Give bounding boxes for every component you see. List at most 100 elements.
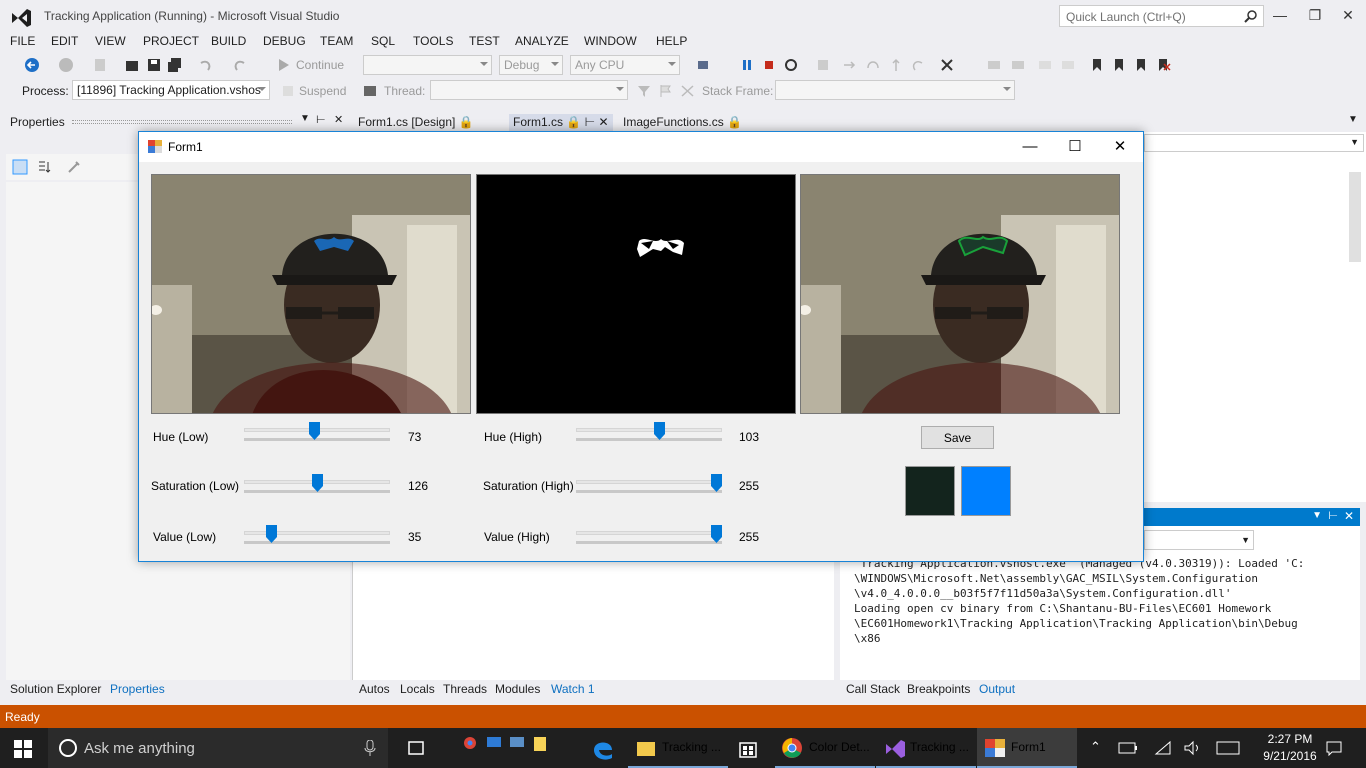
process-combo[interactable]: [11896] Tracking Application.vshos [72,80,270,100]
edge-icon[interactable] [592,738,614,760]
stop-icon[interactable] [761,57,777,73]
value-low-slider[interactable] [244,525,390,549]
slider-thumb[interactable] [711,525,722,543]
tab-imagefunctions-cs[interactable]: ImageFunctions.cs 🔒 [619,114,746,132]
suspend-button[interactable]: Suspend [299,84,346,98]
threads-icon[interactable] [680,83,696,99]
notes-icon[interactable] [533,736,547,752]
menu-analyze[interactable]: ANALYZE [515,34,569,48]
categorized-icon[interactable] [12,159,28,175]
tab-breakpoints[interactable]: Breakpoints [907,682,970,696]
save-icon[interactable] [146,57,162,73]
solution-target-combo[interactable] [363,55,492,75]
tab-modules[interactable]: Modules [495,682,540,696]
filter-icon[interactable] [636,83,652,99]
taskbar-explorer-tracking[interactable]: Tracking ... [628,728,728,768]
step-back-icon[interactable] [910,57,926,73]
saturation-high-slider[interactable] [576,474,722,498]
attach-process-icon[interactable] [696,57,712,73]
suspend-icon[interactable] [280,83,296,99]
monitor-icon[interactable] [486,736,502,750]
show-next-statement-icon[interactable] [815,57,831,73]
redo-icon[interactable] [232,57,248,73]
pin-icon[interactable]: ⊢ [585,115,595,129]
open-file-icon[interactable] [124,57,140,73]
menu-sql[interactable]: SQL [371,34,395,48]
output-dropdown-icon[interactable]: ▼ [1312,510,1322,521]
menu-debug[interactable]: DEBUG [263,34,306,48]
windows-start-icon[interactable] [14,740,32,758]
panel-dropdown-icon[interactable]: ▼ [300,113,310,124]
continue-icon[interactable] [276,57,292,73]
thread-combo[interactable] [430,80,628,100]
hue-high-slider[interactable] [576,422,722,446]
chevron-up-icon[interactable]: ⌃ [1090,739,1101,755]
menu-help[interactable]: HELP [656,34,687,48]
output-pin-icon[interactable]: ⊢ [1328,509,1338,522]
next-bookmark-icon[interactable] [1133,57,1149,73]
hue-low-slider[interactable] [244,422,390,446]
menu-file[interactable]: FILE [10,34,35,48]
taskbar-chrome-color-det[interactable]: Color Det... [775,728,875,768]
pause-icon[interactable] [739,57,755,73]
clear-bookmarks-icon[interactable] [1155,57,1171,73]
form1-close-button[interactable]: ✕ [1109,137,1131,157]
cortana-search-box[interactable]: Ask me anything [48,728,388,768]
form1-maximize-button[interactable]: ☐ [1064,137,1086,157]
network-app-icon[interactable] [509,736,525,750]
close-button[interactable]: ✕ [1338,6,1358,24]
menu-team[interactable]: TEAM [320,34,353,48]
tab-watch1[interactable]: Watch 1 [551,682,595,696]
saturation-low-slider[interactable] [244,474,390,498]
store-icon[interactable] [738,738,758,758]
restore-button[interactable]: ❐ [1305,6,1325,24]
platform-combo[interactable]: Any CPU [570,55,680,75]
forward-icon[interactable] [58,57,74,73]
wifi-icon[interactable] [1154,740,1172,756]
tab-form1-cs[interactable]: Form1.cs 🔒 ⊢ ✕ [509,114,613,132]
minimize-button[interactable]: — [1270,6,1290,24]
editor-scrollbar[interactable] [1349,172,1361,262]
menu-edit[interactable]: EDIT [51,34,78,48]
slider-thumb[interactable] [711,474,722,492]
pin-icon[interactable]: ⊢ [316,113,326,126]
comment-icon[interactable] [1037,57,1053,73]
exceptions-icon[interactable] [939,57,955,73]
quick-launch-input[interactable]: Quick Launch (Ctrl+Q) [1059,5,1264,27]
menu-build[interactable]: BUILD [211,34,246,48]
clock-time[interactable]: 2:27 PM [1262,732,1318,746]
menu-test[interactable]: TEST [469,34,500,48]
tab-form1-design[interactable]: Form1.cs [Design] 🔒 [354,114,478,132]
undo-icon[interactable] [197,57,213,73]
restart-icon[interactable] [783,57,799,73]
tab-solution-explorer[interactable]: Solution Explorer [10,682,101,696]
property-pages-icon[interactable] [66,159,82,175]
step-over-icon[interactable] [865,57,881,73]
menu-project[interactable]: PROJECT [143,34,199,48]
configuration-combo[interactable]: Debug [499,55,563,75]
volume-icon[interactable] [1183,740,1201,756]
keyboard-icon[interactable] [1216,741,1240,755]
chrome-small-icon[interactable] [463,736,477,750]
prev-bookmark-icon[interactable] [1111,57,1127,73]
save-button[interactable]: Save [921,426,994,449]
continue-button[interactable]: Continue [296,58,344,72]
form1-title-bar[interactable]: Form1 — ☐ ✕ [139,132,1143,162]
alphabetical-icon[interactable] [36,159,52,175]
flag-icon[interactable] [658,83,674,99]
new-project-icon[interactable] [92,57,108,73]
tab-properties[interactable]: Properties [110,682,165,696]
menu-view[interactable]: VIEW [95,34,126,48]
slider-thumb[interactable] [266,525,278,543]
back-icon[interactable] [24,57,40,73]
save-all-icon[interactable] [167,57,183,73]
member-dropdown[interactable]: ▼ [1144,134,1364,152]
columns-icon[interactable] [1010,57,1026,73]
hex-display-icon[interactable] [986,57,1002,73]
tab-locals[interactable]: Locals [400,682,435,696]
tab-autos[interactable]: Autos [359,682,390,696]
value-high-slider[interactable] [576,525,722,549]
tab-output[interactable]: Output [979,682,1015,696]
menu-window[interactable]: WINDOW [584,34,637,48]
step-out-icon[interactable] [888,57,904,73]
